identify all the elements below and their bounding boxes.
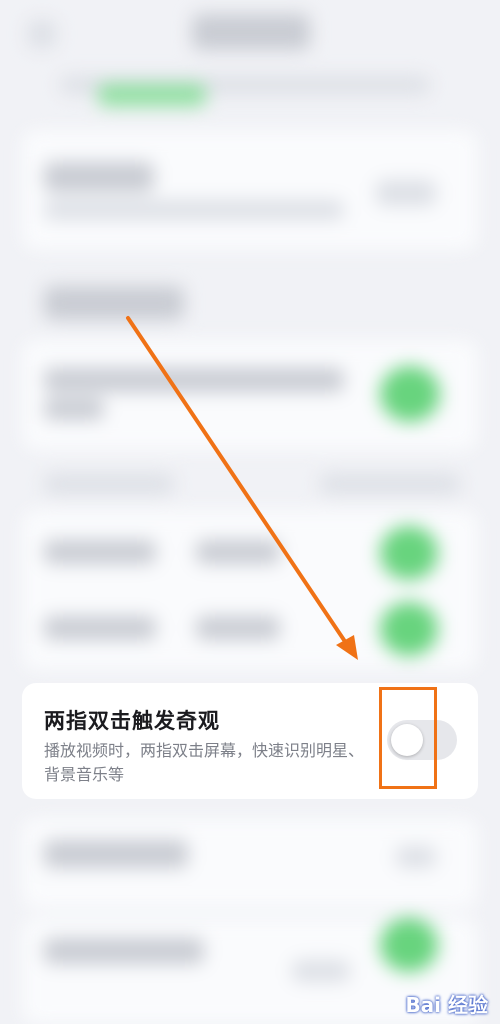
baidu-watermark: Bai 经验 — [405, 993, 488, 1017]
annotation-arrow-icon — [126, 316, 358, 660]
